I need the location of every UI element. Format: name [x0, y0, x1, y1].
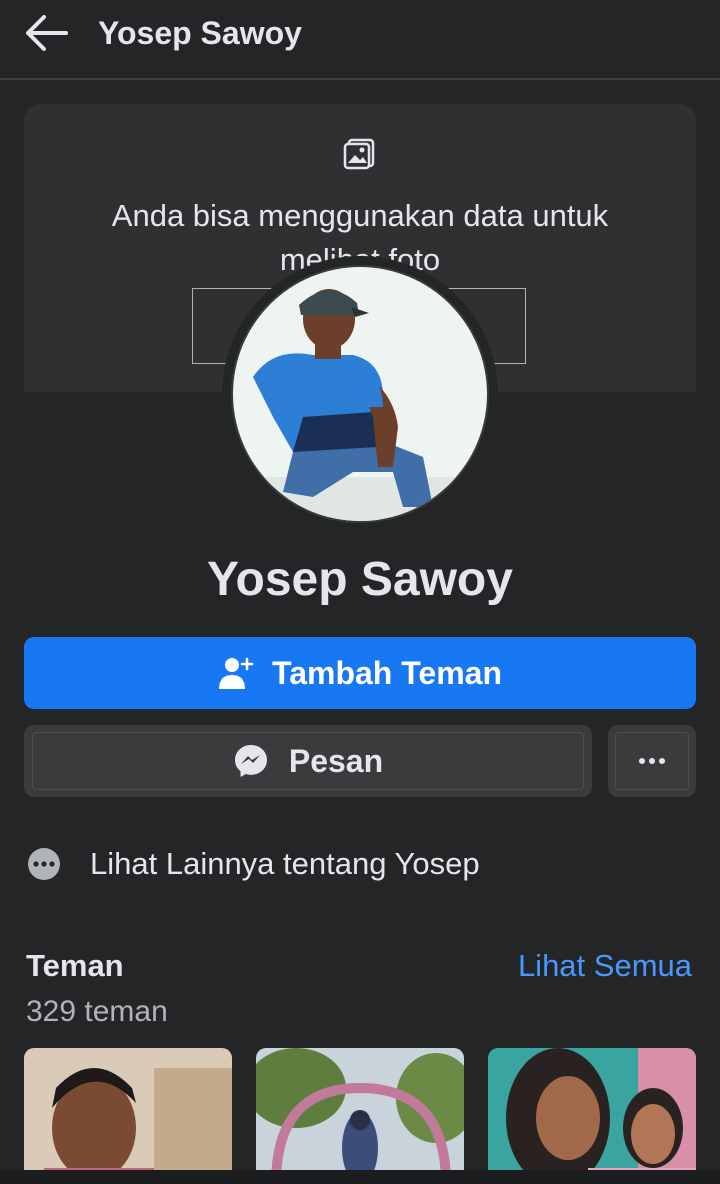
more-options-inner: [615, 732, 689, 790]
back-button[interactable]: [22, 12, 72, 54]
profile-photo: [233, 267, 487, 521]
friends-count: 329 teman: [26, 995, 168, 1028]
page-title: Yosep Sawoy: [98, 15, 302, 51]
message-button[interactable]: Pesan: [24, 725, 592, 797]
more-options-button[interactable]: [608, 725, 696, 797]
message-label: Pesan: [288, 742, 384, 779]
more-circle-icon: [28, 848, 60, 880]
see-all-friends-link[interactable]: Lihat Semua: [518, 946, 692, 986]
photo-icon: [343, 138, 375, 170]
friend-photo: [24, 1048, 232, 1184]
messenger-icon: [234, 745, 267, 777]
friends-title: Teman: [26, 948, 124, 983]
add-friend-button[interactable]: Tambah Teman: [24, 637, 696, 709]
arrow-left-icon: [26, 15, 68, 51]
bottom-edge: [0, 1170, 720, 1184]
profile-avatar[interactable]: [231, 265, 489, 523]
see-more-about-row[interactable]: Lihat Lainnya tentang Yosep: [24, 838, 696, 890]
top-bar: Yosep Sawoy: [0, 0, 720, 80]
friend-photo: [256, 1048, 464, 1184]
friend-thumbnail[interactable]: [24, 1048, 232, 1184]
add-friend-label: Tambah Teman: [272, 654, 502, 691]
more-horizontal-icon: [639, 758, 665, 764]
friend-thumbnail[interactable]: [256, 1048, 464, 1184]
message-button-inner: Pesan: [32, 732, 584, 790]
friend-photo: [488, 1048, 696, 1184]
profile-name: Yosep Sawoy: [207, 553, 513, 606]
friend-thumbnail[interactable]: [488, 1048, 696, 1184]
see-more-about-label: Lihat Lainnya tentang Yosep: [90, 846, 480, 881]
add-person-icon: [219, 657, 254, 689]
